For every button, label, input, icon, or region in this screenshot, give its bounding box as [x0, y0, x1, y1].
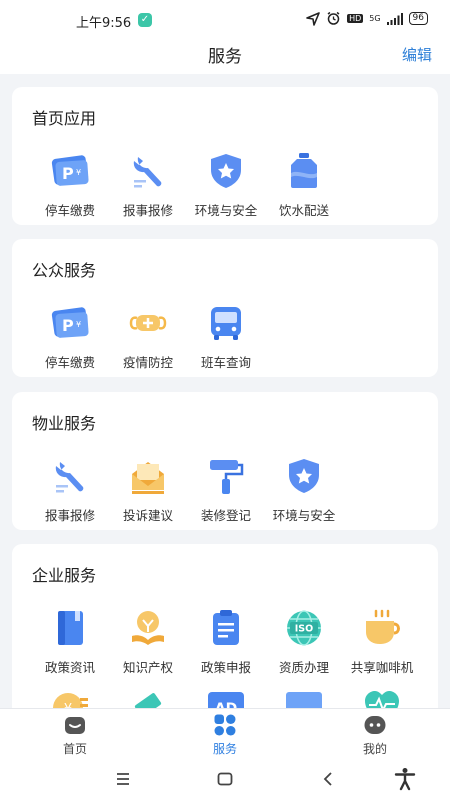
service-qualification[interactable]: ISO 资质办理 [265, 608, 343, 684]
book-icon [58, 611, 83, 645]
wrench-icon [133, 157, 162, 188]
section-home-apps: 首页应用 P ¥ 停车缴费 报事报修 环境与安全 饮水配送 [12, 87, 438, 225]
tab-mine[interactable]: 我的 [320, 709, 430, 759]
service-label: 环境与安全 [272, 508, 336, 523]
mask-icon [129, 315, 167, 331]
service-policy-application[interactable]: 政策申报 [187, 608, 265, 684]
section-title: 企业服务 [32, 566, 97, 585]
service-repair[interactable]: 报事报修 [109, 151, 187, 227]
header: 服务 编辑 [0, 38, 450, 74]
parking-icon: P ¥ [51, 307, 89, 338]
water-bottle-icon [291, 153, 317, 188]
service-label: 政策申报 [200, 660, 251, 675]
service-parking[interactable]: P ¥ 停车缴费 [31, 151, 109, 227]
status-icons: HD 5G 96 [306, 11, 428, 26]
section-title: 首页应用 [32, 109, 97, 128]
svg-text:¥: ¥ [76, 168, 81, 177]
service-label: 停车缴费 [44, 355, 95, 370]
home-square-icon[interactable] [212, 766, 238, 792]
alarm-icon [327, 11, 340, 25]
service-label: 报事报修 [44, 508, 95, 523]
menu-icon[interactable] [110, 766, 136, 792]
accessibility-icon[interactable] [392, 766, 418, 792]
chat-face-icon [364, 716, 386, 734]
service-label: 共享咖啡机 [350, 660, 414, 675]
service-label: 环境与安全 [194, 203, 258, 218]
coin-icon[interactable]: ¥ [50, 688, 90, 708]
service-label: 投诉建议 [122, 508, 173, 523]
iso-globe-icon: ISO [287, 610, 321, 646]
battery-indicator: 96 [408, 12, 428, 25]
service-environment-safety[interactable]: 环境与安全 [265, 456, 343, 532]
check-badge-icon: ✓ [138, 13, 152, 27]
service-label: 饮水配送 [278, 203, 329, 218]
service-policy-news[interactable]: 政策资讯 [31, 608, 109, 684]
service-label: 知识产权 [122, 660, 173, 675]
health-icon[interactable] [362, 688, 402, 708]
status-time: 上午9:56 [76, 16, 132, 31]
tab-label: 我的 [362, 742, 387, 756]
service-repair[interactable]: 报事报修 [31, 456, 109, 532]
ticket-icon[interactable] [128, 688, 168, 708]
svg-text:AD: AD [215, 701, 237, 708]
service-label: 报事报修 [122, 203, 173, 218]
wrench-icon [55, 462, 84, 493]
tab-bar: 首页 服务 我的 [0, 708, 450, 758]
svg-text:P: P [62, 316, 74, 335]
svg-text:¥: ¥ [76, 320, 81, 329]
svg-text:ISO: ISO [295, 624, 313, 635]
service-epidemic-control[interactable]: 疫情防控 [109, 303, 187, 379]
status-bar: 上午9:56 ✓ HD 5G 96 [0, 0, 450, 38]
tab-label: 首页 [62, 742, 87, 756]
home-icon [65, 717, 85, 734]
lightbulb-icon [132, 611, 164, 645]
coffee-icon [366, 609, 400, 644]
envelope-icon [132, 462, 164, 494]
section-property-services: 物业服务 报事报修 投诉建议 装修登记 环境与安全 [12, 392, 438, 530]
tab-home[interactable]: 首页 [20, 709, 130, 759]
service-ip[interactable]: 知识产权 [109, 608, 187, 684]
service-renovation[interactable]: 装修登记 [187, 456, 265, 532]
service-environment-safety[interactable]: 环境与安全 [187, 151, 265, 227]
section-public-services: 公众服务 P ¥ 停车缴费 疫情防控 班车查询 [12, 239, 438, 377]
paint-roller-icon [210, 460, 244, 494]
shield-star-icon [289, 459, 319, 493]
section-enterprise-services: 企业服务 政策资讯 知识产权 政策申报 ISO 资质办理 共享咖啡机 ¥ AD [12, 544, 438, 708]
service-label: 班车查询 [200, 355, 251, 370]
back-icon[interactable] [316, 766, 342, 792]
service-complaint[interactable]: 投诉建议 [109, 456, 187, 532]
system-nav-bar [0, 758, 450, 800]
signal-icon [386, 12, 403, 25]
location-arrow-icon [306, 11, 320, 26]
edit-button[interactable]: 编辑 [402, 44, 432, 65]
shield-star-icon [211, 154, 241, 188]
section-title: 公众服务 [32, 261, 97, 280]
service-parking[interactable]: P ¥ 停车缴费 [31, 303, 109, 379]
parking-icon: P ¥ [51, 155, 89, 186]
bus-icon [211, 307, 241, 340]
tab-services[interactable]: 服务 [170, 709, 280, 759]
network-label: 5G [369, 14, 381, 23]
services-content[interactable]: 首页应用 P ¥ 停车缴费 报事报修 环境与安全 饮水配送 公众服务 P ¥ 停车缴… [0, 74, 450, 708]
service-label: 资质办理 [278, 660, 329, 675]
service-label: 装修登记 [200, 508, 251, 523]
ad-icon[interactable]: AD [206, 688, 246, 708]
service-label: 政策资讯 [44, 660, 95, 675]
clipboard-icon [213, 610, 239, 645]
service-label: 停车缴费 [44, 203, 95, 218]
service-coffee-machine[interactable]: 共享咖啡机 [343, 608, 421, 684]
screen-icon[interactable] [284, 688, 324, 708]
section-title: 物业服务 [32, 414, 97, 433]
tab-label: 服务 [212, 742, 237, 756]
page-title: 服务 [208, 47, 242, 67]
service-water-delivery[interactable]: 饮水配送 [265, 151, 343, 227]
svg-text:P: P [62, 164, 74, 183]
service-shuttle-bus[interactable]: 班车查询 [187, 303, 265, 379]
service-label: 疫情防控 [122, 355, 173, 370]
hd-badge: HD [347, 14, 364, 23]
grid-icon [214, 714, 236, 736]
